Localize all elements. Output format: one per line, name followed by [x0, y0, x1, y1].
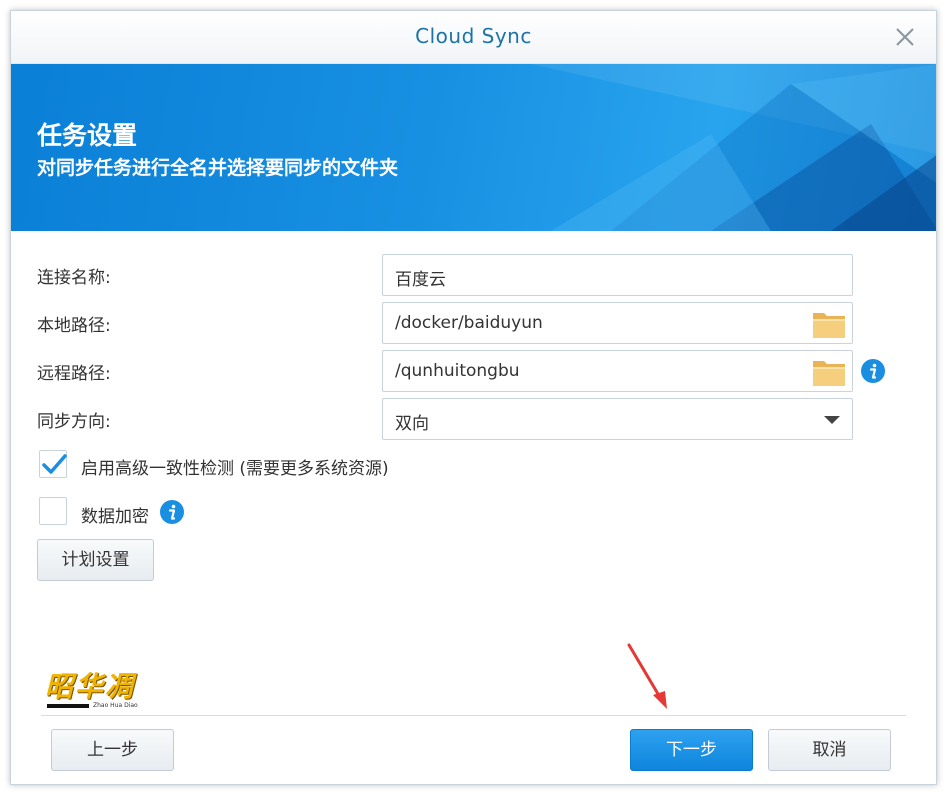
banner-background	[531, 64, 936, 231]
close-icon[interactable]	[892, 24, 918, 50]
advanced-check-checkbox[interactable]	[39, 450, 67, 478]
red-arrow-annotation	[627, 643, 667, 709]
remote-path-value: /qunhuitongbu	[395, 361, 520, 381]
info-icon[interactable]	[159, 499, 185, 525]
remote-path-input[interactable]: /qunhuitongbu	[382, 350, 853, 392]
local-path-value: /docker/baiduyun	[395, 313, 543, 333]
connection-name-input[interactable]: 百度云	[382, 254, 853, 296]
chevron-down-icon	[824, 416, 840, 424]
folder-icon[interactable]	[812, 309, 846, 339]
checkmark-icon	[42, 454, 67, 474]
banner-subtitle: 对同步任务进行全名并选择要同步的文件夹	[37, 157, 399, 179]
window-title: Cloud Sync	[415, 24, 532, 48]
watermark-subtext: Zhao Hua Diao	[93, 702, 138, 709]
info-icon[interactable]	[860, 358, 886, 384]
previous-step-button[interactable]: 上一步	[51, 729, 174, 771]
watermark-text: 昭华凋	[45, 670, 136, 703]
banner-title: 任务设置	[37, 121, 138, 150]
advanced-check-label: 启用高级一致性检测 (需要更多系统资源)	[81, 459, 389, 479]
connection-name-label: 连接名称:	[37, 268, 111, 288]
title-bar: Cloud Sync	[11, 11, 936, 64]
cancel-button[interactable]: 取消	[768, 729, 891, 771]
header-banner: 任务设置 对同步任务进行全名并选择要同步的文件夹	[11, 64, 936, 231]
local-path-label: 本地路径:	[37, 316, 111, 336]
sync-direction-value: 双向	[395, 414, 429, 434]
local-path-input[interactable]: /docker/baiduyun	[382, 302, 853, 344]
remote-path-label: 远程路径:	[37, 364, 111, 384]
schedule-settings-button[interactable]: 计划设置	[37, 539, 154, 581]
sync-direction-select[interactable]: 双向	[382, 398, 853, 440]
data-encryption-label: 数据加密	[81, 507, 149, 527]
next-step-button[interactable]: 下一步	[630, 729, 753, 771]
watermark-bar	[47, 704, 89, 708]
connection-name-value: 百度云	[395, 270, 446, 290]
watermark-logo: 昭华凋 Zhao Hua Diao	[45, 665, 145, 715]
folder-icon[interactable]	[812, 357, 846, 387]
cloud-sync-dialog: Cloud Sync 任务设置 对同步任务进行全名并选择要同步的文件夹 连接名称…	[10, 10, 937, 785]
footer-divider	[41, 715, 906, 716]
data-encryption-checkbox[interactable]	[39, 497, 67, 525]
sync-direction-label: 同步方向:	[37, 412, 111, 432]
